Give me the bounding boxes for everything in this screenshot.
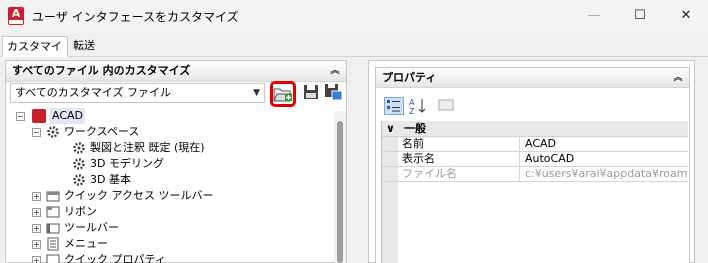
tree-node-label: ツールバー bbox=[64, 221, 119, 234]
maximize-button[interactable]: ☐ bbox=[617, 0, 663, 33]
expand-node-icon[interactable]: + bbox=[32, 192, 41, 201]
acad-file-icon bbox=[32, 109, 46, 123]
tab-customize[interactable]: カスタマイズ bbox=[2, 36, 68, 72]
collapse-icon[interactable]: ︽ bbox=[328, 63, 342, 79]
property-row-display-name[interactable]: 表示名 AutoCAD bbox=[382, 152, 688, 167]
tree-node-label: メニュー bbox=[64, 237, 108, 250]
properties-toolbar: A Z bbox=[376, 90, 689, 120]
customization-file-select[interactable]: すべてのカスタマイズ ファイル ▼ bbox=[10, 83, 265, 103]
property-grid: ∨ 一般 名前 ACAD 表示名 AutoCAD ファイル名 c:¥users¥… bbox=[381, 121, 688, 263]
toolbar-icon bbox=[46, 223, 60, 234]
property-pages-button[interactable] bbox=[437, 97, 457, 115]
collapse-node-icon[interactable]: − bbox=[16, 112, 25, 121]
property-name: ファイル名 bbox=[398, 167, 520, 182]
tree-node-3d-modeling[interactable]: 3D モデリング bbox=[72, 156, 272, 172]
expand-node-icon[interactable]: + bbox=[32, 208, 41, 217]
menu-icon bbox=[47, 237, 59, 251]
tree-node-label: 3D 基本 bbox=[90, 173, 131, 186]
tree-node-acad[interactable]: − ACAD bbox=[16, 108, 136, 124]
chevron-down-icon[interactable]: ∨ bbox=[386, 121, 395, 136]
customization-tree: − ACAD − ワークスペース 製図と注釈 既定 (現在) 3D モデリング … bbox=[6, 108, 332, 263]
app-icon-letter: A bbox=[11, 7, 21, 20]
tree-node-label: クイック プロパティ bbox=[64, 253, 166, 263]
tree-node-label: クイック アクセス ツールバー bbox=[64, 189, 214, 202]
customizations-panel: すべてのファイル 内のカスタマイズ ︽ すべてのカスタマイズ ファイル ▼ − … bbox=[5, 60, 347, 263]
alphabetical-view-button[interactable]: A Z bbox=[408, 97, 428, 116]
tab-strip: カスタマイズ 転送 bbox=[0, 33, 708, 72]
open-folder-icon bbox=[273, 88, 292, 102]
tree-node-ribbon[interactable]: + リボン bbox=[32, 204, 232, 220]
workspace-gear-icon bbox=[47, 126, 59, 138]
customizations-panel-title: すべてのファイル 内のカスタマイズ bbox=[12, 64, 191, 77]
property-name: 名前 bbox=[398, 137, 520, 152]
expand-node-icon[interactable]: + bbox=[32, 224, 41, 233]
collapse-icon[interactable]: ︽ bbox=[671, 70, 685, 86]
collapse-node-icon[interactable]: − bbox=[32, 128, 41, 137]
tree-node-menus[interactable]: + メニュー bbox=[32, 236, 232, 252]
ribbon-icon bbox=[46, 206, 60, 218]
customizations-panel-header: すべてのファイル 内のカスタマイズ ︽ bbox=[6, 61, 346, 82]
autocad-app-icon: A bbox=[8, 7, 24, 25]
tree-node-label: 製図と注釈 既定 (現在) bbox=[90, 141, 205, 154]
tree-node-label: ACAD bbox=[50, 108, 86, 124]
minimize-button[interactable]: — bbox=[571, 0, 617, 33]
tree-node-toolbars[interactable]: + ツールバー bbox=[32, 220, 232, 236]
tree-scrollbar[interactable] bbox=[334, 111, 346, 263]
property-value[interactable]: AutoCAD bbox=[521, 152, 688, 167]
properties-panel: プロパティ ︽ A Z ∨ 一般 名前 ACAD 表示名 AutoCAD ファイ… bbox=[375, 67, 690, 263]
tab-transfer[interactable]: 転送 bbox=[69, 36, 107, 57]
save-as-button[interactable] bbox=[323, 82, 343, 102]
gear-icon bbox=[73, 142, 85, 154]
property-name: 表示名 bbox=[398, 152, 520, 167]
tree-node-label: リボン bbox=[64, 205, 97, 218]
save-as-icon bbox=[325, 84, 343, 101]
chevron-down-icon: ▼ bbox=[253, 88, 260, 98]
categorized-view-button[interactable] bbox=[384, 97, 404, 115]
title-bar: A ユーザ インタフェースをカスタマイズ — ☐ ✕ bbox=[0, 0, 708, 33]
property-row-name[interactable]: 名前 ACAD bbox=[382, 137, 688, 152]
property-pages-icon bbox=[438, 99, 454, 111]
open-customization-file-button[interactable] bbox=[270, 81, 296, 107]
tree-node-label: 3D モデリング bbox=[90, 157, 164, 170]
tree-node-3d-basics[interactable]: 3D 基本 bbox=[72, 172, 272, 188]
save-disk-icon bbox=[304, 85, 318, 99]
property-value[interactable]: ACAD bbox=[521, 137, 688, 152]
close-button[interactable]: ✕ bbox=[663, 0, 708, 33]
gear-icon bbox=[73, 174, 85, 186]
expand-node-icon[interactable]: + bbox=[32, 256, 41, 263]
sort-alphabetical-icon: A Z bbox=[409, 98, 426, 116]
expand-node-icon[interactable]: + bbox=[32, 240, 41, 249]
window-title: ユーザ インタフェースをカスタマイズ bbox=[32, 10, 239, 24]
property-category-label: 一般 bbox=[404, 122, 426, 135]
tree-node-drafting-annotation[interactable]: 製図と注釈 既定 (現在) bbox=[72, 140, 272, 156]
properties-panel-container: プロパティ ︽ A Z ∨ 一般 名前 ACAD 表示名 AutoCAD ファイ… bbox=[368, 60, 695, 263]
svg-text:A: A bbox=[409, 98, 415, 107]
properties-icon bbox=[46, 254, 60, 263]
gear-icon bbox=[73, 158, 85, 170]
tree-scrollbar-thumb[interactable] bbox=[337, 121, 343, 263]
tree-node-quick-properties[interactable]: + クイック プロパティ bbox=[32, 252, 232, 263]
toolbar-icon bbox=[46, 191, 60, 202]
property-row-file-name[interactable]: ファイル名 c:¥users¥arai¥appdata¥roaming¥ bbox=[382, 167, 688, 182]
property-value: c:¥users¥arai¥appdata¥roaming¥ bbox=[525, 167, 688, 180]
properties-panel-title: プロパティ bbox=[382, 71, 437, 84]
tree-node-workspaces[interactable]: − ワークスペース bbox=[32, 124, 232, 140]
properties-panel-header: プロパティ ︽ bbox=[376, 68, 689, 88]
tree-node-label: ワークスペース bbox=[64, 125, 140, 138]
categorized-icon bbox=[387, 100, 400, 112]
svg-text:Z: Z bbox=[409, 107, 415, 115]
customization-file-select-value: すべてのカスタマイズ ファイル bbox=[15, 86, 171, 99]
save-button[interactable] bbox=[301, 82, 321, 102]
tree-node-quick-access-toolbar[interactable]: + クイック アクセス ツールバー bbox=[32, 188, 272, 204]
property-category-general[interactable]: ∨ 一般 bbox=[382, 121, 688, 137]
